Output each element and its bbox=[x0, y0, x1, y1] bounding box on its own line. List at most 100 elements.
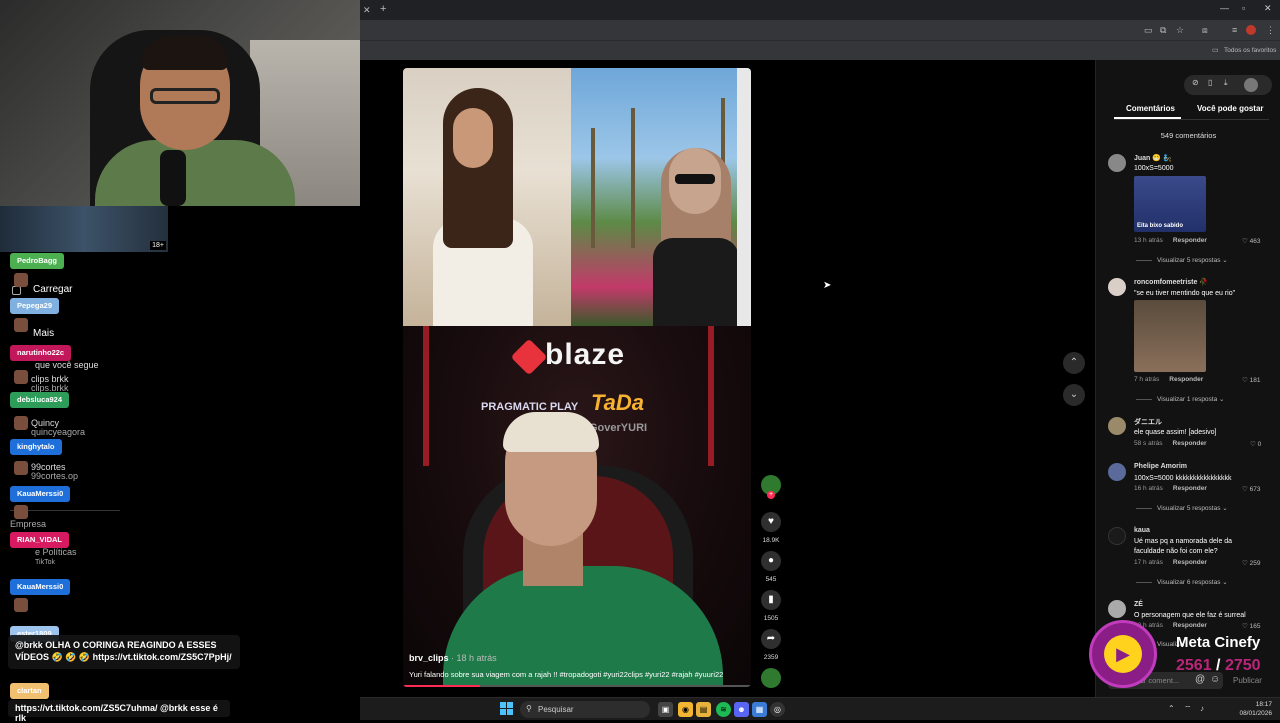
avatar[interactable] bbox=[1108, 527, 1126, 545]
webcam-feed bbox=[0, 0, 360, 206]
share-count: 2359 bbox=[763, 654, 779, 661]
avatar[interactable] bbox=[1108, 463, 1126, 481]
avatar[interactable] bbox=[1108, 278, 1126, 296]
maximize-icon[interactable]: ▫ bbox=[1242, 3, 1245, 13]
view-replies[interactable]: Visualizar 6 respostas ⌄ bbox=[1136, 578, 1228, 586]
profile-avatar[interactable] bbox=[1246, 25, 1256, 35]
translate-icon[interactable]: ⧉ bbox=[1160, 23, 1166, 37]
spotify-icon[interactable]: ≋ bbox=[716, 702, 731, 717]
chat-username: debsluca924 bbox=[10, 392, 70, 408]
network-icon[interactable]: ⌔ bbox=[1184, 704, 1192, 714]
browser-tab-bar: ✕ + — ▫ ✕ bbox=[360, 0, 1280, 20]
avatar[interactable] bbox=[1108, 154, 1126, 172]
avatar[interactable] bbox=[1108, 600, 1126, 618]
task-view-icon[interactable]: ▣ bbox=[658, 702, 673, 717]
video-progress-bar[interactable] bbox=[403, 685, 751, 687]
comment-like[interactable]: ♡ 0 bbox=[1250, 440, 1261, 448]
comment-user[interactable]: ZÉ bbox=[1134, 601, 1143, 608]
view-replies[interactable]: Visualizar 1 resposta ⌄ bbox=[1136, 395, 1224, 403]
comment-user[interactable]: roncomfomeetriste 🥀 bbox=[1134, 278, 1208, 286]
comment-user[interactable]: Phelipe Amorim bbox=[1134, 463, 1187, 470]
age-badge: 18+ bbox=[150, 241, 166, 250]
sidebar-carregar[interactable]: Carregar bbox=[33, 284, 72, 295]
avatar[interactable] bbox=[14, 461, 28, 475]
share-arrow-icon[interactable]: ➦ bbox=[761, 629, 781, 649]
save-count: 1505 bbox=[763, 615, 779, 622]
tab-underline bbox=[1114, 117, 1181, 119]
reply-button[interactable]: Responder bbox=[1173, 559, 1207, 566]
taskbar-search[interactable]: ⚲ Pesquisar bbox=[520, 701, 650, 718]
comment-icon[interactable]: ● bbox=[761, 551, 781, 571]
close-tab-icon[interactable]: ✕ bbox=[363, 3, 371, 17]
file-explorer-icon[interactable]: ▤ bbox=[696, 702, 711, 717]
sidebar-policies[interactable]: e Políticas bbox=[35, 547, 77, 557]
comment-user[interactable]: kaua bbox=[1134, 527, 1150, 534]
comment-like[interactable]: ♡ 165 bbox=[1242, 622, 1261, 630]
reply-button[interactable]: Responder bbox=[1173, 622, 1207, 629]
window-close-icon[interactable]: ✕ bbox=[1264, 3, 1272, 14]
previous-video-icon[interactable]: ⌃ bbox=[1063, 352, 1085, 374]
avatar[interactable] bbox=[1108, 417, 1126, 435]
media-icon[interactable]: ≡ bbox=[1232, 23, 1237, 37]
sidebar-following-label: que você segue bbox=[35, 360, 99, 370]
panel-icon-group: ⊘ ▯ ⤓ bbox=[1184, 75, 1272, 95]
bookmarks-bar: ▭ Todos os favoritos bbox=[360, 40, 1280, 60]
phone-icon[interactable]: ▯ bbox=[1208, 78, 1212, 87]
tray-chevron-icon[interactable]: ⌃ bbox=[1168, 704, 1175, 713]
goal-progress: 2561 / 2750 bbox=[1176, 657, 1261, 675]
comment-sticker-image[interactable]: Eita bixo sabido bbox=[1134, 176, 1206, 232]
discord-icon[interactable]: ☻ bbox=[734, 702, 749, 717]
comment-user[interactable]: ダニエル bbox=[1134, 417, 1162, 427]
emoji-icon[interactable]: ☺ bbox=[1210, 674, 1220, 685]
reply-button[interactable]: Responder bbox=[1169, 376, 1203, 383]
menu-icon[interactable]: ⋮ bbox=[1266, 23, 1275, 37]
embed-icon[interactable]: ⊘ bbox=[1192, 78, 1199, 87]
cast-icon[interactable]: ▭ bbox=[1144, 23, 1153, 37]
new-tab-icon[interactable]: + bbox=[380, 2, 386, 16]
comment-sticker-image[interactable] bbox=[1134, 300, 1206, 372]
system-clock[interactable]: 18:17 08/01/2026 bbox=[1239, 700, 1272, 718]
account-handle: 99cortes.op bbox=[31, 471, 79, 481]
bookmark-icon[interactable]: ▮ bbox=[761, 590, 781, 610]
author-name[interactable]: brv_clips bbox=[409, 653, 449, 663]
comment-user[interactable]: Juan 😁 🧞 bbox=[1134, 154, 1172, 162]
reply-button[interactable]: Responder bbox=[1173, 485, 1207, 492]
chat-username: clartan bbox=[10, 683, 49, 699]
sidebar-empresa[interactable]: Empresa bbox=[10, 519, 46, 529]
video-author[interactable]: brv_clips · 18 h atrás bbox=[409, 653, 497, 663]
app-icon[interactable]: ▦ bbox=[752, 702, 767, 717]
mention-icon[interactable]: @ bbox=[1195, 674, 1205, 685]
follow-plus-icon[interactable]: + bbox=[767, 491, 775, 499]
tab-you-may-like[interactable]: Você pode gostar bbox=[1197, 104, 1264, 113]
all-bookmarks[interactable]: Todos os favoritos bbox=[1224, 44, 1276, 58]
bookmarks-folder-icon: ▭ bbox=[1212, 47, 1219, 54]
wall-sign: GoverYURI bbox=[589, 422, 648, 434]
chrome-icon[interactable]: ◉ bbox=[678, 702, 693, 717]
volume-icon[interactable]: ♪ bbox=[1200, 704, 1204, 713]
comment-like[interactable]: ♡ 259 bbox=[1242, 559, 1261, 567]
tab-comments[interactable]: Comentários bbox=[1126, 104, 1175, 113]
comment-like[interactable]: ♡ 673 bbox=[1242, 485, 1261, 493]
next-video-icon[interactable]: ⌄ bbox=[1063, 384, 1085, 406]
sound-disc-icon[interactable] bbox=[761, 668, 781, 688]
avatar[interactable] bbox=[14, 416, 28, 430]
reply-button[interactable]: Responder bbox=[1173, 237, 1207, 244]
avatar[interactable] bbox=[14, 370, 28, 384]
star-icon[interactable]: ☆ bbox=[1176, 23, 1184, 37]
download-icon[interactable]: ⤓ bbox=[1224, 78, 1228, 88]
tiktok-video-player[interactable]: blaze PRAGMATIC PLAY TaDa GoverYURI brv_… bbox=[403, 68, 751, 687]
view-replies[interactable]: Visualizar 5 respostas ⌄ bbox=[1136, 504, 1228, 512]
view-replies[interactable]: Visualizar 5 respostas ⌄ bbox=[1136, 256, 1228, 264]
comment-like[interactable]: ♡ 463 bbox=[1242, 237, 1261, 245]
user-avatar-icon[interactable] bbox=[1244, 78, 1258, 92]
comment-like[interactable]: ♡ 181 bbox=[1242, 376, 1261, 384]
comment-text: O personagem que ele faz é surreal bbox=[1134, 612, 1246, 619]
sidebar-mais[interactable]: Mais bbox=[33, 328, 54, 339]
reply-button[interactable]: Responder bbox=[1173, 440, 1207, 447]
minimize-icon[interactable]: — bbox=[1220, 3, 1229, 13]
extensions-icon[interactable]: ⧈ bbox=[1202, 23, 1208, 37]
obs-icon[interactable]: ◎ bbox=[770, 702, 785, 717]
publish-button[interactable]: Publicar bbox=[1233, 676, 1262, 685]
like-heart-icon[interactable]: ♥ bbox=[761, 512, 781, 532]
windows-start-icon[interactable] bbox=[500, 702, 514, 716]
